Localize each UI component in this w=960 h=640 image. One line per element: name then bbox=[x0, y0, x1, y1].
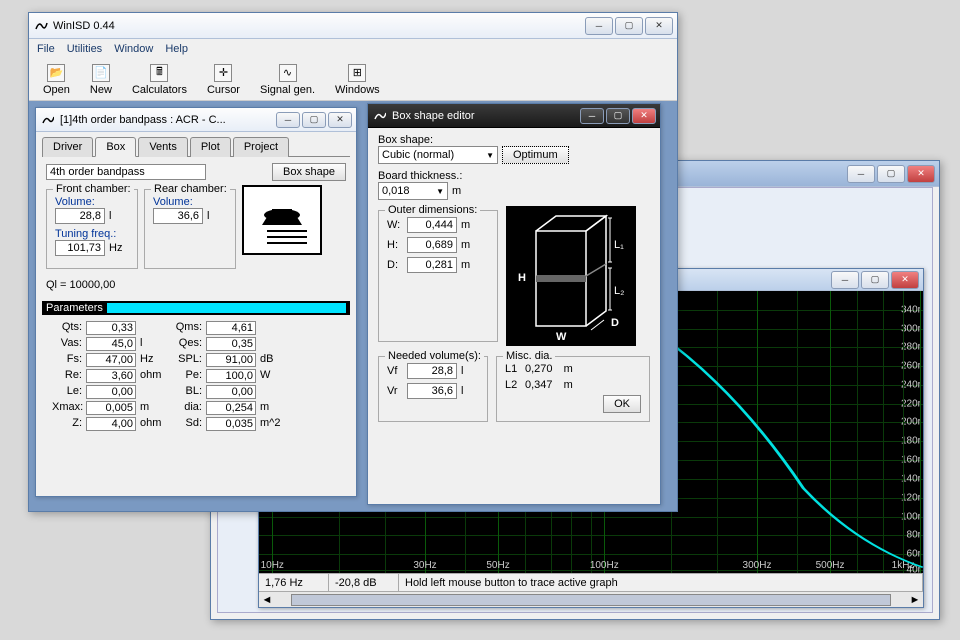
menu-file[interactable]: File bbox=[37, 43, 55, 55]
close-button[interactable]: ✕ bbox=[907, 165, 935, 183]
thickness-select[interactable]: 0,018▼ bbox=[378, 182, 448, 200]
bandpass-title: [1]4th order bandpass : ACR - C... bbox=[60, 114, 276, 126]
mdi-client: [1]4th order bandpass : ACR - C... ─ ▢ ✕… bbox=[29, 101, 677, 511]
toolbar-new[interactable]: 📄New bbox=[84, 62, 118, 98]
misc-l2: 0,347 bbox=[525, 379, 553, 391]
tab-vents[interactable]: Vents bbox=[138, 137, 188, 157]
tab-driver[interactable]: Driver bbox=[42, 137, 93, 157]
toolbar-calculators[interactable]: 🖩Calculators bbox=[126, 62, 193, 98]
maximize-button[interactable]: ▢ bbox=[615, 17, 643, 35]
rear-chamber-legend: Rear chamber: bbox=[151, 183, 230, 195]
box-3d-diagram: H W D L₁ L₂ bbox=[506, 206, 636, 346]
maximize-button[interactable]: ▢ bbox=[302, 112, 326, 128]
close-button[interactable]: ✕ bbox=[328, 112, 352, 128]
maximize-button[interactable]: ▢ bbox=[606, 108, 630, 124]
close-button[interactable]: ✕ bbox=[632, 108, 656, 124]
bandpass-window: [1]4th order bandpass : ACR - C... ─ ▢ ✕… bbox=[35, 107, 357, 497]
menu-window[interactable]: Window bbox=[114, 43, 153, 55]
parameters-grid: Qts:0,33 Qms:4,61 Vas:45,0l Qes:0,35 Fs:… bbox=[42, 315, 350, 437]
bandpass-tabs: Driver Box Vents Plot Project bbox=[42, 136, 350, 157]
toolbar-windows[interactable]: ⊞Windows bbox=[329, 62, 386, 98]
outer-w-input[interactable] bbox=[407, 217, 457, 233]
app-icon bbox=[372, 108, 388, 124]
box-cross-section bbox=[242, 185, 322, 255]
needed-vr-input[interactable] bbox=[407, 383, 457, 399]
front-chamber-legend: Front chamber: bbox=[53, 183, 134, 195]
status-db: -20,8 dB bbox=[329, 574, 399, 591]
menu-utilities[interactable]: Utilities bbox=[67, 43, 102, 55]
main-window: WinISD 0.44 ─ ▢ ✕ File Utilities Window … bbox=[28, 12, 678, 512]
minimize-button[interactable]: ─ bbox=[847, 165, 875, 183]
box-shape-titlebar[interactable]: Box shape editor ─ ▢ ✕ bbox=[368, 104, 660, 128]
graph-statusbar: 1,76 Hz -20,8 dB Hold left mouse button … bbox=[259, 573, 923, 591]
minimize-button[interactable]: ─ bbox=[585, 17, 613, 35]
bandpass-titlebar[interactable]: [1]4th order bandpass : ACR - C... ─ ▢ ✕ bbox=[36, 108, 356, 132]
svg-text:L₂: L₂ bbox=[614, 285, 624, 297]
close-button[interactable]: ✕ bbox=[645, 17, 673, 35]
tab-plot[interactable]: Plot bbox=[190, 137, 231, 157]
new-icon: 📄 bbox=[92, 64, 110, 82]
tab-project[interactable]: Project bbox=[233, 137, 289, 157]
minimize-button[interactable]: ─ bbox=[580, 108, 604, 124]
needed-vf-input[interactable] bbox=[407, 363, 457, 379]
outer-h-input[interactable] bbox=[407, 237, 457, 253]
tuning-freq-input[interactable] bbox=[55, 240, 105, 256]
minimize-button[interactable]: ─ bbox=[831, 271, 859, 289]
graph-hscroll[interactable]: ◄► bbox=[259, 591, 923, 607]
maximize-button[interactable]: ▢ bbox=[877, 165, 905, 183]
bandpass-type: 4th order bandpass bbox=[46, 164, 206, 180]
windows-icon: ⊞ bbox=[348, 64, 366, 82]
tab-box[interactable]: Box bbox=[95, 137, 136, 157]
box-shape-button[interactable]: Box shape bbox=[272, 163, 346, 181]
misc-l1: 0,270 bbox=[525, 363, 553, 375]
toolbar: 📂Open 📄New 🖩Calculators ✛Cursor ∿Signal … bbox=[29, 59, 677, 101]
outer-d-input[interactable] bbox=[407, 257, 457, 273]
ql-label: Ql = 10000,00 bbox=[46, 279, 115, 291]
main-titlebar[interactable]: WinISD 0.44 ─ ▢ ✕ bbox=[29, 13, 677, 39]
svg-text:H: H bbox=[518, 272, 526, 284]
parameters-header: Parameters bbox=[42, 301, 350, 315]
svg-text:D: D bbox=[611, 317, 619, 329]
open-icon: 📂 bbox=[47, 64, 65, 82]
app-icon bbox=[40, 112, 56, 128]
rear-volume-input[interactable] bbox=[153, 208, 203, 224]
minimize-button[interactable]: ─ bbox=[276, 112, 300, 128]
app-icon bbox=[33, 18, 49, 34]
toolbar-signalgen[interactable]: ∿Signal gen. bbox=[254, 62, 321, 98]
maximize-button[interactable]: ▢ bbox=[861, 271, 889, 289]
optimum-button[interactable]: Optimum bbox=[502, 146, 569, 164]
signal-icon: ∿ bbox=[279, 64, 297, 82]
cursor-icon: ✛ bbox=[214, 64, 232, 82]
close-button[interactable]: ✕ bbox=[891, 271, 919, 289]
menu-help[interactable]: Help bbox=[165, 43, 188, 55]
svg-text:L₁: L₁ bbox=[614, 239, 624, 251]
box-shape-select[interactable]: Cubic (normal)▼ bbox=[378, 146, 498, 164]
ok-button[interactable]: OK bbox=[603, 395, 641, 413]
calc-icon: 🖩 bbox=[150, 64, 168, 82]
box-shape-title: Box shape editor bbox=[392, 110, 580, 122]
svg-text:W: W bbox=[556, 331, 567, 343]
toolbar-open[interactable]: 📂Open bbox=[37, 62, 76, 98]
status-hint: Hold left mouse button to trace active g… bbox=[399, 574, 923, 591]
status-freq: 1,76 Hz bbox=[259, 574, 329, 591]
box-shape-window: Box shape editor ─ ▢ ✕ Box shape: Cubic … bbox=[367, 103, 661, 505]
main-title: WinISD 0.44 bbox=[53, 20, 585, 32]
toolbar-cursor[interactable]: ✛Cursor bbox=[201, 62, 246, 98]
menubar: File Utilities Window Help bbox=[29, 39, 677, 59]
front-volume-input[interactable] bbox=[55, 208, 105, 224]
